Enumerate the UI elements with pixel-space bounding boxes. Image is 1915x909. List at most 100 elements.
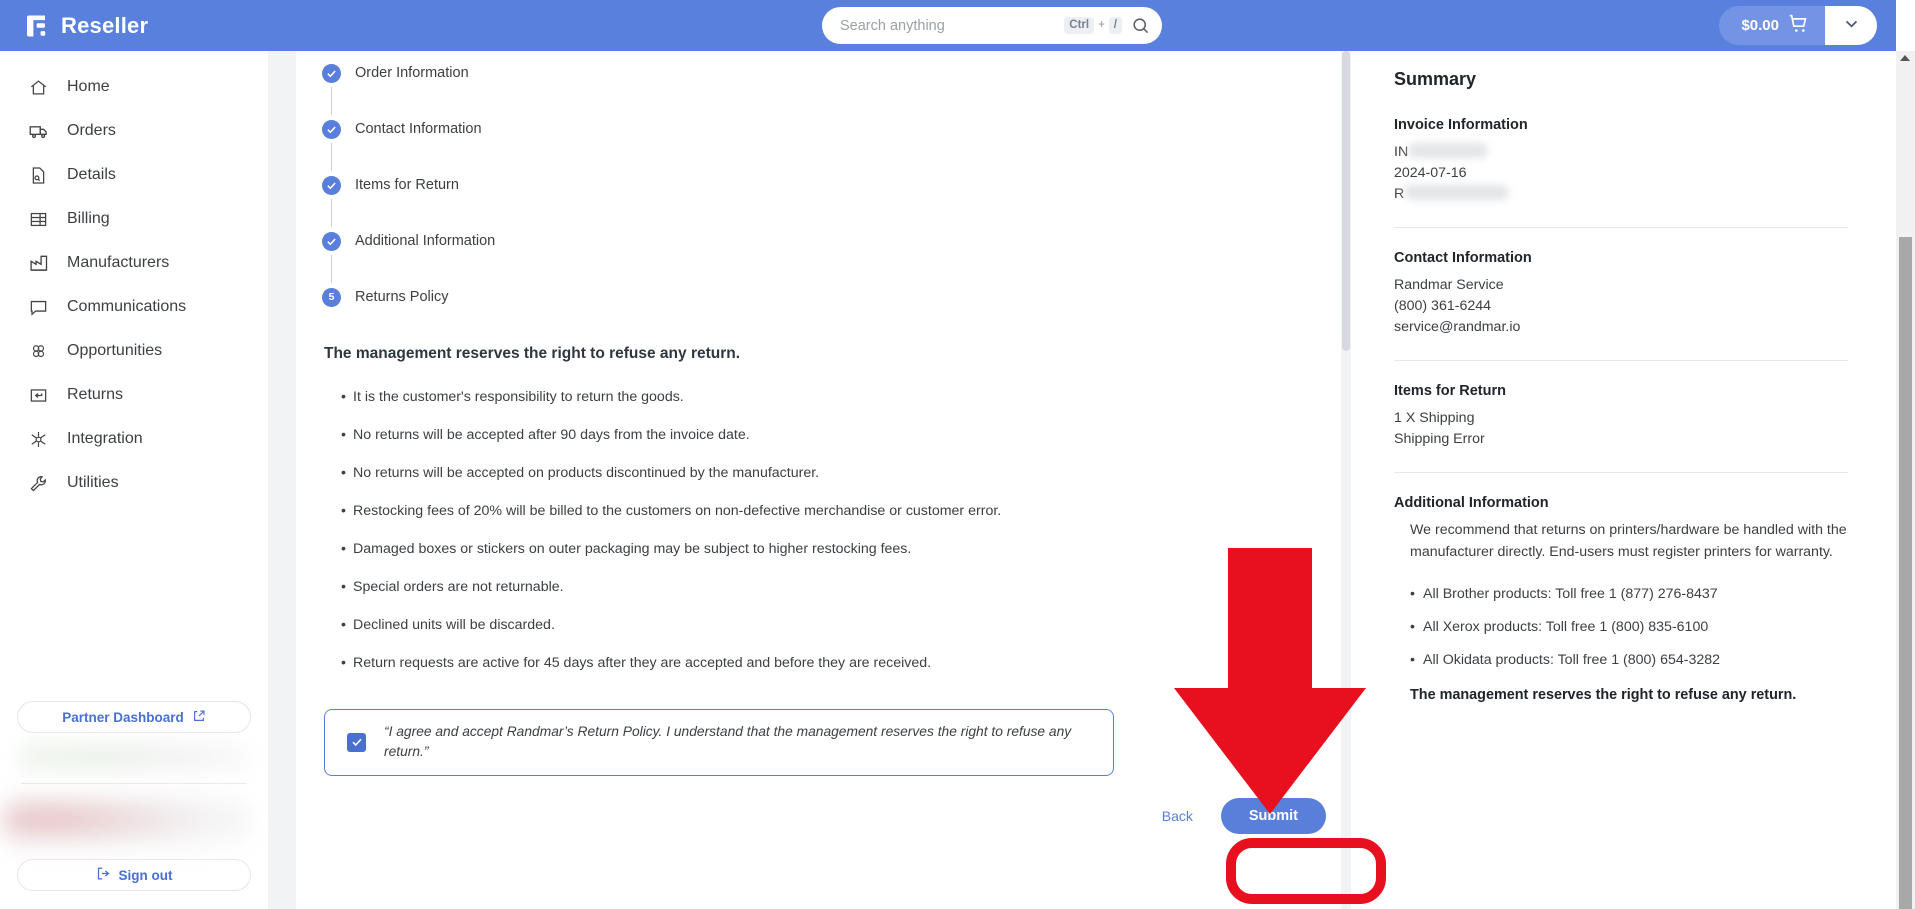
returns-policy-section: The management reserves the right to ref… (296, 311, 1360, 671)
global-search-bar[interactable]: Ctrl + / (822, 7, 1162, 44)
policy-bullet: No returns will be accepted on products … (341, 465, 1360, 481)
summary-contact-section: Contact Information Randmar Service (800… (1394, 250, 1848, 338)
sidebar-item-orders[interactable]: Orders (0, 109, 268, 153)
stepper-step-contact-information[interactable]: Contact Information (322, 115, 1360, 143)
sidebar-footer: Partner Dashboard Sign out (0, 701, 268, 909)
additional-footer-note: The management reserves the right to ref… (1410, 686, 1797, 703)
policy-agreement-box[interactable]: “I agree and accept Randmar’s Return Pol… (324, 709, 1114, 776)
shopping-cart-icon (1788, 13, 1809, 38)
sidebar-nav-list: Home Orders Details Billing Manufacturer… (0, 51, 268, 505)
sidebar-item-label: Home (67, 78, 110, 95)
application-window: Reseller Ctrl + / $0.00 (0, 0, 1915, 909)
sidebar-item-label: Orders (67, 122, 116, 139)
sidebar-item-label: Opportunities (67, 342, 163, 359)
partner-dashboard-button[interactable]: Partner Dashboard (17, 701, 251, 733)
cart-button[interactable]: $0.00 (1719, 6, 1825, 45)
sidebar-divider (21, 783, 247, 784)
clover-icon (28, 341, 49, 362)
sidebar-item-returns[interactable]: Returns (0, 373, 268, 417)
step-label: Additional Information (355, 233, 496, 249)
sidebar-item-label: Details (67, 166, 116, 183)
layout-gutter (268, 51, 296, 909)
search-shortcut-hint: Ctrl + / (1064, 16, 1122, 35)
sidebar-item-opportunities[interactable]: Opportunities (0, 329, 268, 373)
invoice-number-row: IN (1394, 142, 1848, 163)
items-line-reason: Shipping Error (1394, 431, 1485, 448)
policy-title: The management reserves the right to ref… (324, 345, 741, 362)
cart-control-group[interactable]: $0.00 (1719, 6, 1877, 45)
additional-paragraph: We recommend that returns on printers/ha… (1410, 522, 1847, 560)
brand-name: Reseller (61, 12, 149, 38)
step-label: Items for Return (355, 177, 459, 193)
cart-amount: $0.00 (1741, 17, 1779, 34)
step-connector (331, 87, 332, 115)
summary-panel: Summary Invoice Information IN 2024-07-1… (1360, 51, 1896, 909)
sign-out-button[interactable]: Sign out (17, 859, 251, 891)
contact-email: service@randmar.io (1394, 319, 1521, 336)
content-scrollbar-thumb[interactable] (1342, 51, 1350, 351)
policy-bullet: Declined units will be discarded. (341, 617, 1360, 633)
summary-items-section: Items for Return 1 X Shipping Shipping E… (1394, 383, 1848, 450)
sidebar-item-communications[interactable]: Communications (0, 285, 268, 329)
search-icon[interactable] (1131, 16, 1150, 35)
stepper-step-additional-information[interactable]: Additional Information (322, 227, 1360, 255)
step-label: Returns Policy (355, 289, 449, 305)
summary-divider (1394, 360, 1848, 362)
chat-bubble-icon (28, 297, 49, 318)
back-button[interactable]: Back (1162, 808, 1193, 824)
external-link-icon (192, 709, 206, 726)
agreement-checkbox[interactable] (347, 732, 366, 752)
items-heading: Items for Return (1394, 383, 1506, 400)
main-content-panel: Order Information Contact Information It… (296, 51, 1360, 909)
step-number-badge: 5 (322, 287, 341, 307)
logout-icon (96, 866, 111, 884)
step-check-icon (322, 119, 341, 139)
page-scrollbar-thumb[interactable] (1899, 237, 1912, 909)
wizard-action-row: Back Submit (296, 797, 1332, 834)
sidebar-item-home[interactable]: Home (0, 65, 268, 109)
summary-divider (1394, 472, 1848, 474)
additional-body: We recommend that returns on printers/ha… (1394, 520, 1848, 706)
submit-button[interactable]: Submit (1220, 797, 1326, 834)
sidebar-item-billing[interactable]: Billing (0, 197, 268, 241)
sidebar-item-integration[interactable]: Integration (0, 417, 268, 461)
policy-bullet: Special orders are not returnable. (341, 579, 1360, 595)
invoice-icon (28, 209, 49, 230)
policy-bullet: No returns will be accepted after 90 day… (341, 427, 1360, 443)
sidebar-item-manufacturers[interactable]: Manufacturers (0, 241, 268, 285)
step-connector (331, 255, 332, 283)
cart-dropdown-button[interactable] (1825, 6, 1877, 45)
stepper-step-order-information[interactable]: Order Information (322, 59, 1360, 87)
policy-bullet: Restocking fees of 20% will be billed to… (341, 503, 1360, 519)
policy-bullet-list: It is the customer's responsibility to r… (324, 389, 1360, 671)
document-search-icon (28, 165, 49, 186)
summary-additional-section: Additional Information We recommend that… (1394, 495, 1848, 706)
search-input[interactable] (840, 17, 1065, 34)
additional-bullet: All Xerox products: Toll free 1 (800) 83… (1410, 619, 1848, 635)
sign-out-label: Sign out (118, 867, 173, 883)
contact-phone: (800) 361-6244 (1394, 298, 1492, 315)
contact-heading: Contact Information (1394, 250, 1532, 267)
scroll-up-arrow-icon[interactable] (1900, 55, 1910, 61)
invoice-heading: Invoice Information (1394, 117, 1528, 133)
stepper-step-returns-policy[interactable]: 5 Returns Policy (322, 283, 1360, 311)
invoice-number-prefix: IN (1394, 144, 1409, 160)
sidebar-item-details[interactable]: Details (0, 153, 268, 197)
summary-invoice-section: Invoice Information IN 2024-07-16 R (1394, 117, 1848, 205)
kbd-ctrl: Ctrl (1064, 16, 1095, 35)
stepper-step-items-for-return[interactable]: Items for Return (322, 171, 1360, 199)
redacted-status-banner (17, 742, 251, 772)
step-check-icon (322, 175, 341, 195)
page-scrollbar-track[interactable] (1896, 51, 1915, 909)
sidebar-item-label: Communications (67, 298, 187, 315)
items-line-quantity: 1 X Shipping (1394, 410, 1475, 427)
brand-logo-group[interactable]: Reseller (0, 13, 148, 39)
kbd-slash: / (1108, 16, 1122, 35)
chevron-down-icon (1843, 15, 1860, 37)
content-scrollbar-track[interactable] (1341, 51, 1351, 909)
sidebar-item-label: Returns (67, 386, 124, 403)
partner-dashboard-label: Partner Dashboard (62, 709, 184, 725)
summary-divider (1394, 227, 1848, 229)
sidebar-item-utilities[interactable]: Utilities (0, 461, 268, 505)
policy-bullet: Return requests are active for 45 days a… (341, 655, 1360, 671)
